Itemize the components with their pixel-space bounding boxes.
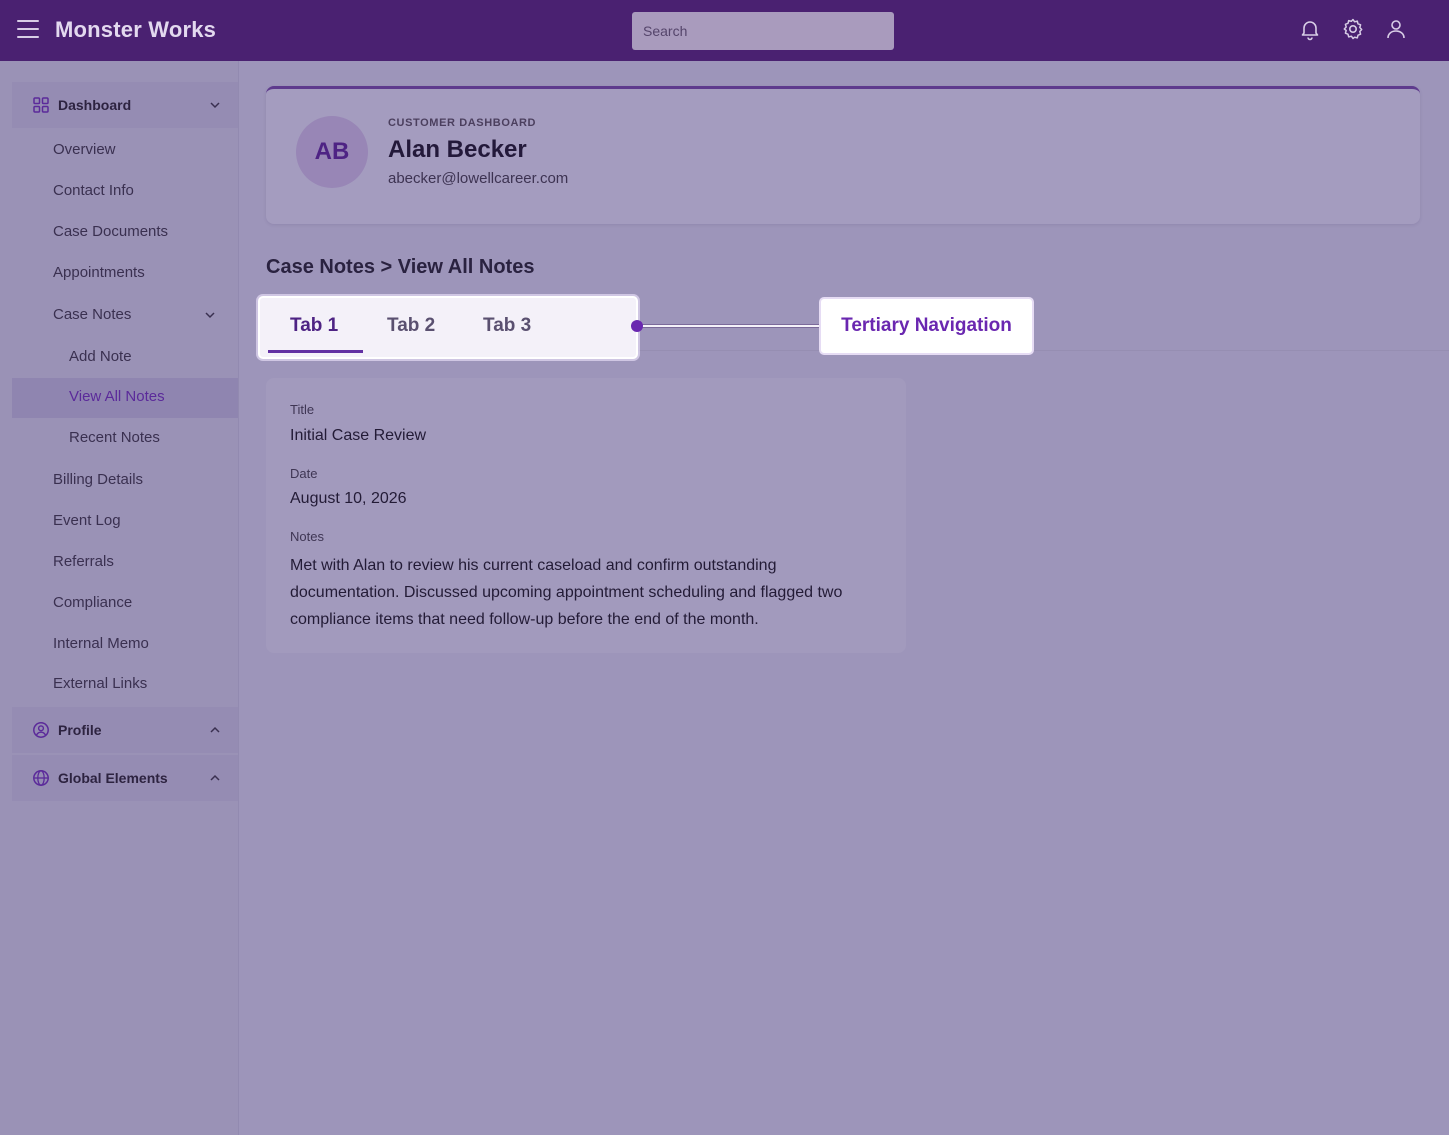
sidebar-item-billing-details[interactable]: Billing Details	[53, 471, 143, 488]
tab-2[interactable]: Tab 2	[387, 315, 435, 337]
title-value: Initial Case Review	[290, 427, 427, 444]
notes-label: Notes	[290, 529, 324, 544]
note-card: Title Initial Case Review Date August 10…	[266, 378, 906, 653]
search-input[interactable]	[632, 12, 894, 50]
app-title: Monster Works	[55, 17, 217, 42]
globe-icon	[33, 770, 49, 786]
top-bar: Monster Works	[0, 0, 1449, 61]
tab-1[interactable]: Tab 1	[290, 315, 338, 337]
sidebar-item-external-links[interactable]: External Links	[53, 675, 147, 692]
title-label: Title	[290, 402, 315, 417]
customer-header-card: AB CUSTOMER DASHBOARD Alan Becker abecke…	[266, 86, 1420, 224]
sidebar-section-profile[interactable]: Profile	[12, 707, 238, 753]
chevron-down-icon[interactable]	[204, 309, 216, 321]
breadcrumb: Case Notes > View All Notes	[266, 256, 535, 278]
customer-name: Alan Becker	[388, 136, 527, 163]
callout-connector-line	[642, 324, 820, 328]
sidebar-item-overview[interactable]: Overview	[53, 141, 116, 158]
tertiary-navigation-callout: Tertiary Navigation	[819, 297, 1034, 355]
sidebar: Dashboard Overview Contact Info Case Doc…	[0, 61, 239, 1135]
sidebar-section-label: Dashboard	[58, 97, 132, 113]
customer-email: abecker@lowellcareer.com	[388, 170, 569, 187]
tertiary-tabs: Tab 1 Tab 2 Tab 3	[258, 296, 638, 359]
sidebar-item-appointments[interactable]: Appointments	[53, 264, 145, 281]
sidebar-section-label: Global Elements	[58, 770, 168, 786]
sidebar-item-referrals[interactable]: Referrals	[53, 553, 114, 570]
hamburger-menu-icon[interactable]	[17, 20, 39, 40]
sidebar-item-view-all-notes[interactable]: View All Notes	[69, 388, 165, 405]
user-icon[interactable]	[1384, 17, 1408, 41]
callout-connector-dot	[631, 320, 643, 332]
sidebar-item-add-note[interactable]: Add Note	[69, 348, 132, 365]
user-circle-icon	[33, 722, 49, 738]
sidebar-item-event-log[interactable]: Event Log	[53, 512, 121, 529]
sidebar-item-compliance[interactable]: Compliance	[53, 594, 132, 611]
grid-icon	[33, 97, 49, 113]
active-tab-indicator	[268, 350, 363, 353]
gear-icon[interactable]	[1341, 17, 1365, 41]
page-eyebrow: CUSTOMER DASHBOARD	[388, 117, 537, 129]
tabs-divider	[638, 350, 1449, 351]
sidebar-item-recent-notes[interactable]: Recent Notes	[69, 429, 160, 446]
sidebar-item-contact-info[interactable]: Contact Info	[53, 182, 134, 199]
bell-icon[interactable]	[1298, 17, 1322, 41]
chevron-down-icon	[210, 102, 220, 109]
date-label: Date	[290, 466, 318, 481]
tab-3[interactable]: Tab 3	[483, 315, 531, 337]
sidebar-item-case-documents[interactable]: Case Documents	[53, 223, 168, 240]
sidebar-section-dashboard[interactable]: Dashboard	[12, 82, 238, 128]
chevron-up-icon	[210, 774, 220, 781]
avatar: AB	[296, 116, 368, 188]
chevron-up-icon	[210, 726, 220, 733]
sidebar-item-internal-memo[interactable]: Internal Memo	[53, 635, 149, 652]
notes-value: Met with Alan to review his current case…	[290, 557, 843, 628]
sidebar-item-case-notes[interactable]: Case Notes	[53, 306, 131, 323]
sidebar-section-label: Profile	[58, 722, 102, 738]
sidebar-section-global-elements[interactable]: Global Elements	[12, 755, 238, 801]
date-value: August 10, 2026	[290, 490, 407, 507]
